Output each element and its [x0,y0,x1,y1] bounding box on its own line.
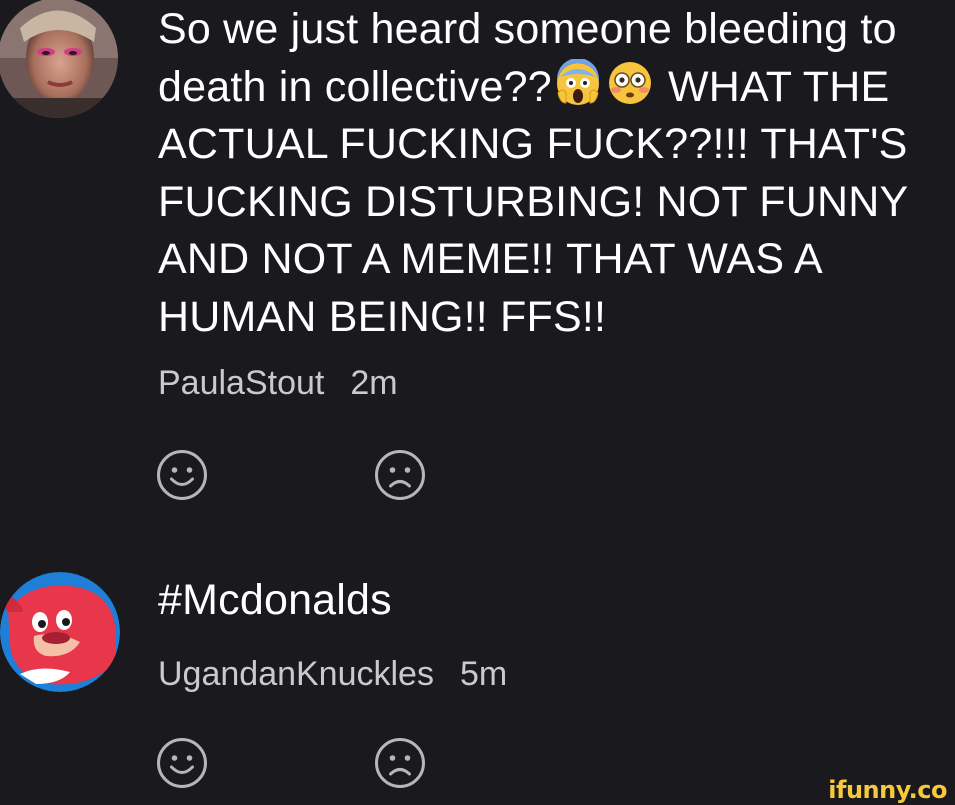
ifunny-watermark: ifunny.co [828,776,947,804]
ugandan-knuckles-avatar [0,572,120,692]
author-name[interactable]: PaulaStout [158,364,324,402]
avatar[interactable] [0,0,118,118]
flushed-face-icon [606,59,654,107]
frown-icon[interactable] [373,736,427,790]
timestamp: 2m [350,364,398,402]
avatar[interactable] [0,572,120,692]
screaming-face-icon [554,57,602,107]
comment-text: #Mcdonalds [158,576,392,624]
profile-photo [0,0,118,118]
comment-meta: UgandanKnuckles 5m [158,655,507,694]
comment-text: So we just heard someone bleeding to dea… [158,1,955,346]
smile-icon[interactable] [155,448,209,502]
author-name[interactable]: UgandanKnuckles [158,655,434,693]
comment-meta: PaulaStout 2m [158,364,398,403]
timestamp: 5m [459,655,508,693]
frown-icon[interactable] [373,448,427,502]
reaction-bar [155,448,427,502]
reaction-bar [155,736,427,790]
smile-icon[interactable] [155,736,209,790]
